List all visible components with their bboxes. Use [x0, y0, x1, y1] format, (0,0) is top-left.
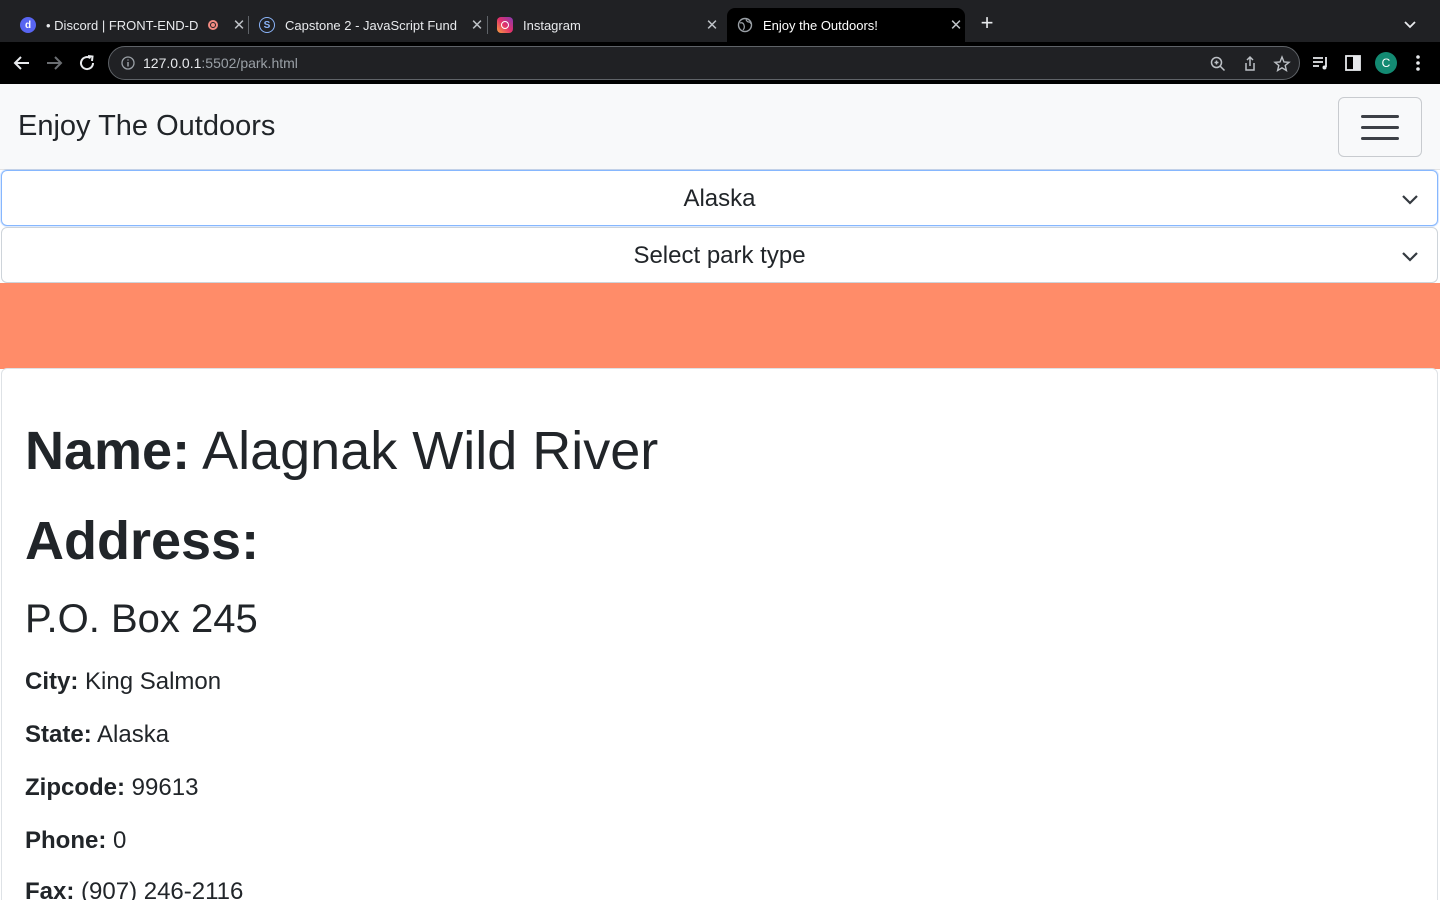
tab-title: Instagram	[523, 17, 581, 33]
side-panel-icon[interactable]	[1343, 53, 1363, 73]
park-address-heading: Address:	[25, 510, 259, 572]
address-bar[interactable]: 127.0.0.1:5502/park.html	[108, 46, 1300, 80]
fax-value: (907) 246-2116	[81, 878, 244, 900]
zoom-icon[interactable]	[1209, 55, 1227, 73]
site-brand[interactable]: Enjoy The Outdoors	[18, 110, 275, 143]
capstone-icon: S	[259, 17, 275, 33]
tab-title: Enjoy the Outdoors!	[763, 17, 878, 33]
reload-icon[interactable]	[75, 51, 99, 75]
back-icon[interactable]	[10, 51, 34, 75]
site-info-icon[interactable]	[121, 56, 135, 70]
zipcode-field: Zipcode: 99613	[25, 774, 198, 802]
tab-discord[interactable]: d • Discord | FRONT-END-D ✕	[12, 8, 248, 42]
zipcode-value: 99613	[131, 774, 199, 801]
hamburger-bar	[1361, 126, 1399, 129]
browser-menu-icon[interactable]	[1408, 53, 1428, 73]
fax-field: Fax: (907) 246-2116	[25, 878, 243, 900]
tab-divider	[487, 16, 488, 34]
address-label: Address:	[25, 511, 260, 571]
park-type-select[interactable]: Select park type	[1, 227, 1438, 283]
state-label: State:	[25, 721, 92, 748]
url-text: 127.0.0.1:5502/park.html	[143, 55, 298, 71]
park-type-select-value: Select park type	[633, 242, 806, 269]
bookmark-star-icon[interactable]	[1273, 55, 1291, 73]
recording-icon	[208, 20, 218, 30]
city-value: King Salmon	[85, 668, 222, 695]
close-tab-icon[interactable]: ✕	[947, 16, 965, 34]
city-label: City:	[25, 668, 79, 695]
navbar-toggle-button[interactable]	[1338, 97, 1422, 157]
url-host: 127.0.0.1	[143, 55, 202, 71]
tab-capstone[interactable]: S Capstone 2 - JavaScript Fund ✕	[250, 8, 486, 42]
phone-field: Phone: 0	[25, 827, 126, 855]
park-name: Alagnak Wild River	[202, 421, 659, 481]
tab-enjoy-outdoors[interactable]: Enjoy the Outdoors! ✕	[727, 8, 965, 42]
forward-icon[interactable]	[42, 51, 66, 75]
state-value: Alaska	[97, 721, 170, 748]
share-icon[interactable]	[1241, 55, 1259, 73]
fax-label: Fax:	[25, 878, 75, 900]
browser-tab-strip: d • Discord | FRONT-END-D ✕ S Capstone 2…	[0, 0, 1440, 42]
hamburger-bar	[1361, 137, 1399, 140]
site-navbar: Enjoy The Outdoors	[0, 84, 1440, 170]
state-select-value: Alaska	[683, 185, 756, 212]
instagram-icon	[497, 17, 513, 33]
media-control-icon[interactable]	[1311, 53, 1331, 73]
state-field: State: Alaska	[25, 721, 169, 749]
hamburger-bar	[1361, 115, 1399, 118]
tab-title: • Discord | FRONT-END-D	[46, 17, 199, 33]
park-name-label: Name:	[25, 421, 191, 481]
tab-instagram[interactable]: Instagram ✕	[489, 8, 721, 42]
globe-icon	[737, 17, 753, 33]
state-select[interactable]: Alaska	[1, 170, 1438, 226]
tab-title: Capstone 2 - JavaScript Fund	[285, 17, 457, 33]
close-tab-icon[interactable]: ✕	[230, 16, 248, 34]
city-field: City: King Salmon	[25, 668, 221, 696]
zipcode-label: Zipcode:	[25, 774, 125, 801]
park-name-heading: Name: Alagnak Wild River	[25, 420, 658, 482]
accent-band	[0, 283, 1440, 369]
url-path: :5502/park.html	[201, 55, 298, 71]
close-tab-icon[interactable]: ✕	[468, 16, 486, 34]
tab-divider	[248, 16, 249, 34]
phone-label: Phone:	[25, 827, 107, 854]
address-line: P.O. Box 245	[25, 597, 258, 641]
close-tab-icon[interactable]: ✕	[703, 16, 721, 34]
new-tab-icon[interactable]: +	[976, 12, 998, 34]
phone-value: 0	[113, 827, 127, 854]
discord-icon: d	[20, 17, 36, 33]
chevron-down-icon	[1402, 195, 1418, 205]
profile-avatar[interactable]: C	[1375, 52, 1397, 74]
tab-search-chevron-icon[interactable]	[1400, 14, 1420, 34]
chevron-down-icon	[1402, 252, 1418, 262]
